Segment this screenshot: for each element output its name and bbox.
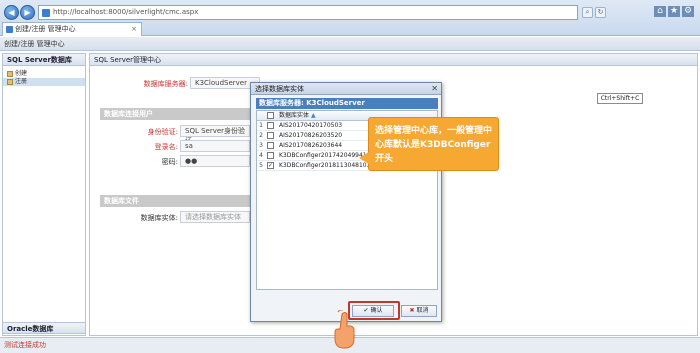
select-all-checkbox[interactable] [267, 112, 274, 119]
forward-arrow-icon[interactable]: ▶ [20, 5, 35, 20]
cancel-button-label: 取消 [416, 307, 429, 314]
folder-icon [7, 71, 13, 77]
close-icon[interactable]: ✕ [431, 83, 438, 95]
instance-label: 数据库实体: [140, 214, 178, 222]
pointing-hand-icon [334, 310, 355, 349]
oracle-header[interactable]: Oracle数据库 [3, 322, 85, 334]
tab-title: 创建/注册 管理中心 [15, 25, 76, 33]
tree-item-label: 创建 [15, 70, 28, 77]
app-title-bar: 创建/注册 管理中心 [0, 37, 700, 51]
tab-page-icon [6, 26, 13, 33]
tree-item-label: 注册 [15, 78, 28, 85]
tab-close-icon[interactable]: × [131, 23, 137, 36]
server-label: 数据库服务器: [143, 80, 188, 88]
section-files: 数据库文件 [100, 195, 250, 207]
refresh-icon[interactable]: ↻ [595, 7, 606, 18]
row-checkbox[interactable]: ✓ [267, 162, 274, 169]
row-checkbox[interactable] [267, 122, 274, 129]
cancel-x-icon: ✖ [409, 307, 415, 314]
row-instance-name: AIS20170826203520 [279, 132, 343, 139]
row-checkbox[interactable] [267, 142, 274, 149]
column-header-label: 数据库实体 [279, 112, 310, 119]
sqlserver-header[interactable]: SQL Server数据库 [3, 54, 85, 66]
home-icon[interactable]: ⌂ [654, 6, 666, 17]
row-checkbox[interactable] [267, 132, 274, 139]
login-label: 登录名: [154, 143, 178, 151]
row-instance-name: AIS20170420170503 [279, 122, 343, 129]
row-number: 4 [259, 152, 263, 159]
main-header: SQL Server管理中心 [90, 54, 697, 66]
hotkey-hint: Ctrl+Shift+C [597, 93, 643, 104]
row-instance-name: K3DBConfiger2017420499418 [279, 152, 371, 159]
address-url: http://localhost:8000/silverlight/cmc.as… [53, 8, 199, 16]
password-label: 密码: [161, 158, 178, 166]
address-bar[interactable]: http://localhost:8000/silverlight/cmc.as… [38, 5, 578, 20]
row-number: 2 [259, 132, 263, 139]
row-number: 5 [259, 162, 263, 169]
browser-tab[interactable]: 创建/注册 管理中心 × [2, 22, 142, 36]
row-number: 3 [259, 142, 263, 149]
cancel-button[interactable]: ✖ 取消 [401, 305, 437, 317]
settings-gear-icon[interactable]: ⚙ [682, 6, 694, 17]
page-icon [42, 9, 50, 17]
favorites-icon[interactable]: ★ [668, 6, 680, 17]
tree-item-create[interactable]: 创建 [3, 70, 85, 78]
row-checkbox[interactable] [267, 152, 274, 159]
row-instance-name: AIS20170826203644 [279, 142, 343, 149]
sort-arrow-icon: ▲ [310, 112, 316, 119]
column-header[interactable]: 数据库实体 ▲ [279, 111, 316, 121]
left-panel: SQL Server数据库 创建 注册 Oracle数据库 [2, 53, 86, 336]
tree-item-register[interactable]: 注册 [3, 78, 85, 86]
password-field[interactable]: ●● [180, 155, 250, 167]
back-arrow-icon[interactable]: ◀ [4, 5, 19, 20]
dialog-title: 选择数据库实体 [255, 85, 304, 93]
login-field[interactable]: sa [180, 140, 250, 152]
status-text: 测试连接成功 [4, 341, 46, 349]
folder-icon [7, 79, 13, 85]
callout-annotation: 选择管理中心库，一般管理中心库默认是K3DBConfiger开头 [359, 117, 499, 171]
auth-select[interactable]: SQL Server身份验证 [180, 125, 250, 145]
auth-label: 身份验证: [147, 128, 178, 136]
dialog-server-line: 数据库服务器: K3CloudServer [256, 98, 438, 109]
search-icon[interactable]: ⌕ [582, 7, 593, 18]
instance-field[interactable]: 请选择数据库实体 [180, 211, 250, 223]
app-title: 创建/注册 管理中心 [4, 40, 65, 48]
row-number: 1 [259, 122, 263, 129]
callout-text: 选择管理中心库，一般管理中心库默认是K3DBConfiger开头 [375, 126, 493, 164]
dialog-title-bar: 选择数据库实体 ✕ [251, 83, 441, 95]
section-admin: 数据库连接用户 [100, 108, 250, 120]
